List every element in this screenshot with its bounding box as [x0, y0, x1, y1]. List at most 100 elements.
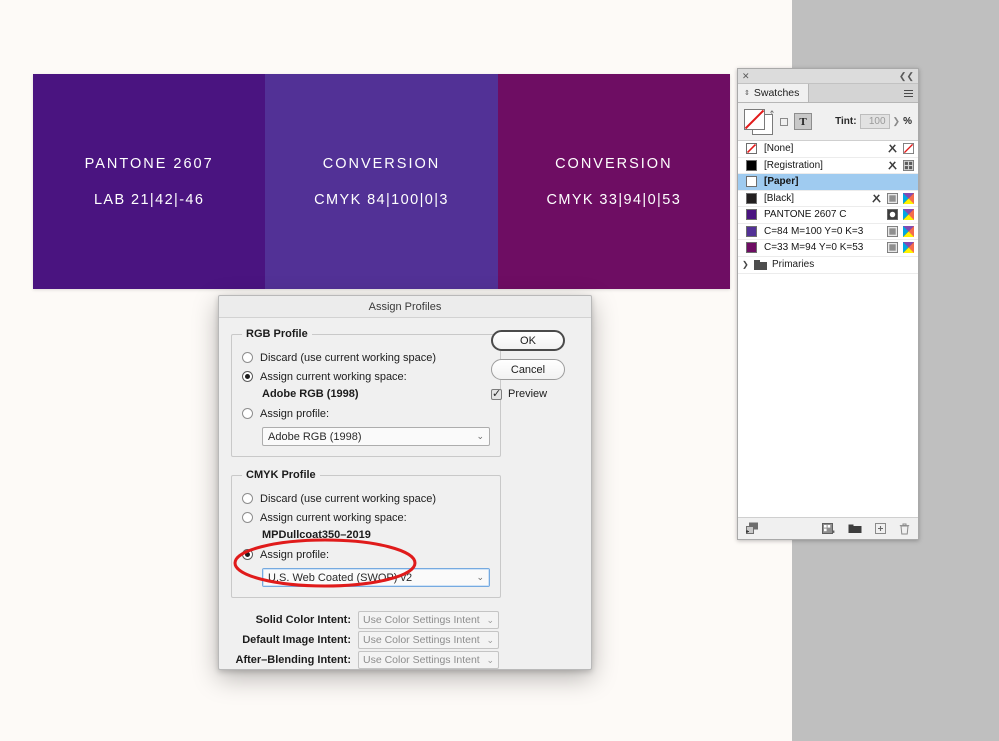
swatch-group-label: Primaries	[772, 259, 814, 270]
delete-swatch-icon[interactable]	[899, 523, 910, 535]
fill-stroke-proxy[interactable]: ⤴	[744, 109, 774, 135]
swatch-row-none[interactable]: [None]	[738, 141, 918, 158]
swatches-footer-actions[interactable]	[822, 523, 910, 535]
default-image-intent-select[interactable]: Use Color Settings Intent ⌄	[358, 631, 499, 649]
cmyk-radio-discard[interactable]: Discard (use current working space)	[242, 489, 490, 508]
swatch-name: C=33 M=94 Y=0 K=53	[764, 242, 887, 253]
radio-icon-selected[interactable]	[242, 371, 253, 382]
radio-icon[interactable]	[242, 408, 253, 419]
folder-icon	[754, 260, 767, 270]
radio-icon[interactable]	[242, 352, 253, 363]
process-gray-box-icon	[887, 193, 898, 204]
tint-control[interactable]: Tint: 100 ❯ %	[835, 114, 912, 129]
process-gray-box-icon	[887, 242, 898, 253]
rendering-intents-section: Solid Color Intent: Use Color Settings I…	[231, 610, 579, 670]
show-all-swatches-icon[interactable]	[746, 522, 759, 535]
default-image-intent-value: Use Color Settings Intent	[363, 634, 480, 646]
swatch-row-icons	[887, 143, 914, 154]
rgb-working-space-value: Adobe RGB (1998)	[242, 386, 490, 404]
swatch-row-black[interactable]: [Black]	[738, 191, 918, 208]
after-blending-intent-label: After–Blending Intent:	[231, 654, 358, 666]
radio-icon-selected[interactable]	[242, 549, 253, 560]
swatch-row-registration[interactable]: [Registration]	[738, 158, 918, 175]
close-icon[interactable]: ✕	[742, 72, 750, 81]
color-cell-title: CONVERSION	[555, 156, 673, 172]
swatches-list[interactable]: [None] [Registration]	[738, 141, 918, 522]
rgb-assign-profile-value: Adobe RGB (1998)	[268, 431, 362, 443]
apply-to-container-button[interactable]	[780, 118, 788, 126]
radio-icon[interactable]	[242, 512, 253, 523]
cmyk-radio-discard-label: Discard (use current working space)	[260, 493, 436, 505]
ok-button[interactable]: OK	[491, 330, 565, 351]
radio-icon[interactable]	[242, 493, 253, 504]
swatch-chip-pantone-2607-c	[746, 209, 757, 220]
swatches-panel[interactable]: ✕ ❮❮ ⇕ Swatches ⤴ T Tint: 100 ❯ %	[737, 68, 919, 540]
swatch-row-pantone-2607-c[interactable]: PANTONE 2607 C	[738, 207, 918, 224]
rgb-radio-discard[interactable]: Discard (use current working space)	[242, 348, 490, 367]
swatch-chip-black	[746, 193, 757, 204]
swatches-panel-footer[interactable]	[738, 517, 918, 539]
assign-profiles-dialog[interactable]: Assign Profiles RGB Profile Discard (use…	[218, 295, 592, 670]
cmyk-assign-profile-value: U.S. Web Coated (SWOP) v2	[268, 572, 412, 584]
swatches-panel-tabbar[interactable]: ⇕ Swatches	[738, 84, 918, 103]
cmyk-working-space-value: MPDullcoat350–2019	[242, 527, 490, 545]
color-cell-conversion-2: CONVERSION CMYK 33|94|0|53	[498, 74, 730, 289]
dialog-buttons: OK Cancel Preview	[491, 330, 577, 400]
cmyk-box-icon	[903, 226, 914, 237]
cmyk-assign-profile-select[interactable]: U.S. Web Coated (SWOP) v2 ⌄	[262, 568, 490, 587]
new-swatch-icon[interactable]	[875, 523, 886, 534]
solid-color-intent-label: Solid Color Intent:	[231, 614, 358, 626]
swatches-panel-titlebar[interactable]: ✕ ❮❮	[738, 69, 918, 84]
new-color-group-icon[interactable]	[822, 523, 835, 534]
color-swatch-band: PANTONE 2607 LAB 21|42|-46 CONVERSION CM…	[33, 74, 730, 289]
rgb-radio-assign-profile[interactable]: Assign profile:	[242, 404, 490, 423]
tab-swatches-label: Swatches	[754, 87, 800, 99]
spot-color-box-icon	[887, 209, 898, 220]
cmyk-radio-working-space[interactable]: Assign current working space:	[242, 508, 490, 527]
chevron-down-icon: ⌄	[486, 655, 494, 666]
cmyk-radio-assign-profile-label: Assign profile:	[260, 549, 329, 561]
swatch-row-c84-m100-y0-k3[interactable]: C=84 M=100 Y=0 K=3	[738, 224, 918, 241]
new-swatch-folder-icon[interactable]	[848, 523, 862, 534]
swatch-chip-paper	[746, 176, 757, 187]
cmyk-radio-working-space-label: Assign current working space:	[260, 512, 407, 524]
panel-grip-icon: ⇕	[744, 89, 750, 97]
rgb-profile-group: RGB Profile Discard (use current working…	[231, 328, 501, 457]
swatch-row-icons	[887, 209, 914, 220]
rgb-profile-legend: RGB Profile	[242, 328, 312, 340]
color-cell-value: LAB 21|42|-46	[94, 192, 204, 208]
swatch-row-icons	[887, 226, 914, 237]
panel-menu-icon[interactable]	[904, 84, 918, 102]
chevron-right-icon[interactable]: ❯	[742, 260, 749, 269]
after-blending-intent-value: Use Color Settings Intent	[363, 654, 480, 666]
tint-input[interactable]: 100	[860, 114, 890, 129]
rgb-radio-working-space[interactable]: Assign current working space:	[242, 367, 490, 386]
preview-checkbox-row[interactable]: Preview	[491, 388, 577, 400]
after-blending-intent-select[interactable]: Use Color Settings Intent ⌄	[358, 651, 499, 669]
preview-checkbox[interactable]	[491, 389, 502, 400]
registration-box-icon	[903, 160, 914, 171]
rgb-assign-profile-select[interactable]: Adobe RGB (1998) ⌄	[262, 427, 490, 446]
swatches-list-empty-area[interactable]	[738, 274, 918, 522]
color-cell-pantone: PANTONE 2607 LAB 21|42|-46	[33, 74, 265, 289]
cancel-button[interactable]: Cancel	[491, 359, 565, 380]
solid-color-intent-row: Solid Color Intent: Use Color Settings I…	[231, 610, 579, 630]
cmyk-radio-assign-profile[interactable]: Assign profile:	[242, 545, 490, 564]
color-cell-value: CMYK 33|94|0|53	[546, 192, 681, 208]
chevron-down-icon: ⌄	[476, 572, 484, 583]
after-blending-intent-row: After–Blending Intent: Use Color Setting…	[231, 650, 579, 670]
swatch-row-paper[interactable]: [Paper]	[738, 174, 918, 191]
none-box-icon	[903, 143, 914, 154]
swatches-controls[interactable]: ⤴ T Tint: 100 ❯ %	[738, 103, 918, 141]
solid-color-intent-select[interactable]: Use Color Settings Intent ⌄	[358, 611, 499, 629]
swatch-row-c33-m94-y0-k53[interactable]: C=33 M=94 Y=0 K=53	[738, 240, 918, 257]
collapse-panel-icon[interactable]: ❮❮	[899, 72, 914, 81]
apply-to-text-button[interactable]: T	[794, 113, 812, 130]
swatch-group-primaries[interactable]: ❯ Primaries	[738, 257, 918, 274]
tint-dropdown-icon[interactable]: ❯	[893, 116, 901, 127]
preview-label: Preview	[508, 388, 547, 400]
swatch-name: [Paper]	[764, 176, 914, 187]
tab-swatches[interactable]: ⇕ Swatches	[738, 84, 809, 102]
rgb-radio-working-space-label: Assign current working space:	[260, 371, 407, 383]
default-image-intent-label: Default Image Intent:	[231, 634, 358, 646]
